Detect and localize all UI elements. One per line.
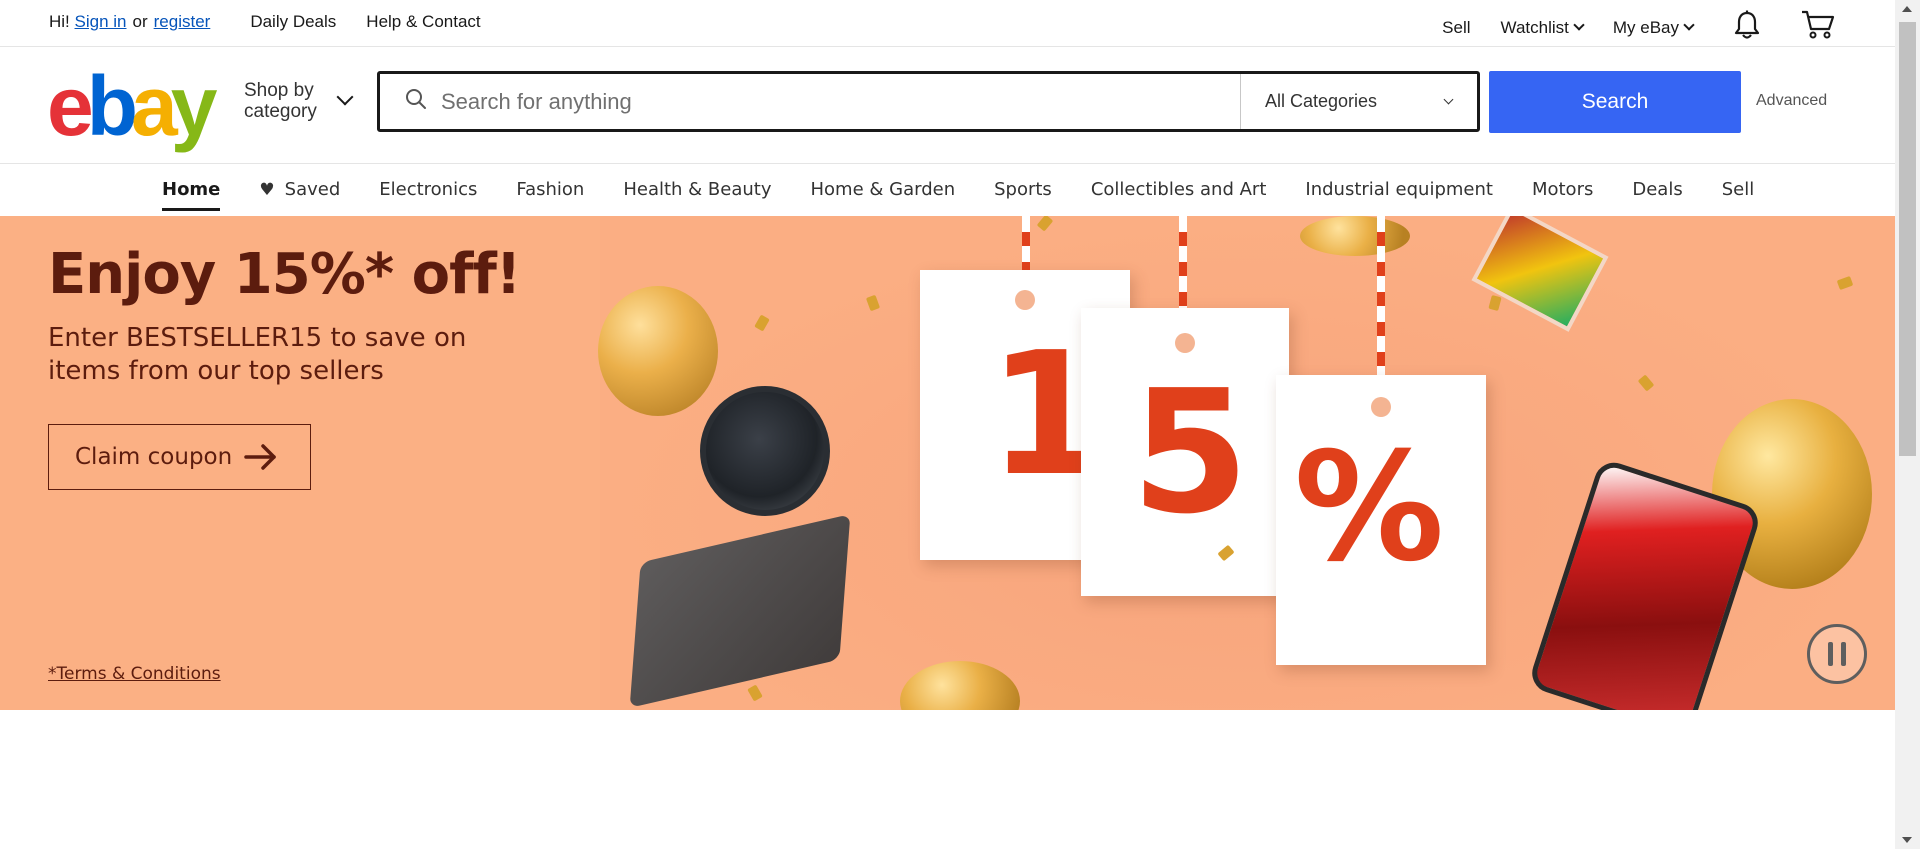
discount-tag-3: %: [1276, 375, 1486, 665]
chevron-down-icon: [1683, 19, 1695, 31]
nav-item-electronics[interactable]: Electronics: [379, 179, 477, 200]
chevron-down-icon: [1443, 94, 1454, 105]
watchlist-label: Watchlist: [1500, 17, 1569, 37]
nav-item-motors[interactable]: Motors: [1532, 179, 1593, 200]
nav-item-sell[interactable]: Sell: [1722, 179, 1755, 200]
promo-banner: 1 5 % Enjoy 15%* off! Enter BESTSELLER15…: [0, 216, 1895, 710]
scrollbar-thumb[interactable]: [1899, 22, 1916, 456]
category-select[interactable]: All Categories: [1240, 74, 1480, 129]
search-bar: All Categories: [377, 71, 1480, 132]
my-ebay-label: My eBay: [1612, 17, 1679, 37]
top-utility-bar: Hi! Sign in or register Daily Deals Help…: [0, 0, 1895, 47]
discount-tag-2: 5: [1081, 308, 1289, 596]
ebay-logo[interactable]: ebay: [47, 64, 217, 148]
tag-string: [1377, 216, 1385, 376]
sell-link[interactable]: Sell: [1442, 18, 1470, 38]
page-scrollbar[interactable]: [1895, 0, 1920, 849]
claim-coupon-label: Claim coupon: [75, 444, 233, 470]
smartwatch-graphic: [700, 386, 830, 516]
scroll-down-arrow-icon[interactable]: [1902, 837, 1912, 843]
help-contact-link[interactable]: Help & Contact: [366, 12, 480, 32]
sign-in-link[interactable]: Sign in: [75, 12, 127, 32]
chevron-down-icon: [336, 88, 354, 106]
nav-item-health-beauty[interactable]: Health & Beauty: [623, 179, 771, 200]
nav-item-fashion[interactable]: Fashion: [516, 179, 584, 200]
greeting-text: Hi!: [49, 12, 70, 31]
tag-glyph: 5: [1131, 354, 1250, 552]
my-ebay-dropdown[interactable]: My eBay: [1612, 17, 1695, 38]
category-select-value: All Categories: [1265, 91, 1378, 111]
nav-item-deals[interactable]: Deals: [1632, 179, 1682, 200]
category-nav: Home ♥ Saved Electronics Fashion Health &…: [0, 165, 1895, 215]
nav-item-home-garden[interactable]: Home & Garden: [811, 179, 956, 200]
scroll-up-arrow-icon[interactable]: [1902, 6, 1912, 12]
nav-item-industrial-equipment[interactable]: Industrial equipment: [1305, 179, 1493, 200]
account-links: Sell Watchlist My eBay: [1412, 10, 1835, 45]
banner-headline: Enjoy 15%* off!: [48, 242, 521, 307]
cart-icon[interactable]: [1801, 10, 1835, 45]
pause-button[interactable]: [1807, 624, 1867, 684]
main-header: ebay Shop by category All Categories Sea…: [0, 48, 1895, 164]
arrow-right-icon: [244, 444, 276, 470]
search-button[interactable]: Search: [1489, 71, 1741, 133]
banner-subtext: Enter BESTSELLER15 to save on items from…: [48, 323, 467, 386]
nav-item-saved[interactable]: ♥ Saved: [259, 179, 340, 200]
nav-item-collectibles-art[interactable]: Collectibles and Art: [1091, 179, 1267, 200]
shop-by-line2: category: [244, 101, 317, 122]
daily-deals-link[interactable]: Daily Deals: [250, 12, 336, 32]
gold-balloon-graphic: [598, 286, 718, 416]
pause-icon: [1828, 642, 1833, 666]
claim-coupon-button[interactable]: Claim coupon: [48, 424, 311, 490]
or-text: or: [132, 12, 148, 31]
nav-item-sports[interactable]: Sports: [994, 179, 1052, 200]
user-links: Hi! Sign in or register Daily Deals Help…: [49, 12, 481, 32]
bell-icon[interactable]: [1733, 10, 1761, 45]
nav-item-home[interactable]: Home: [162, 179, 221, 211]
watchlist-dropdown[interactable]: Watchlist: [1500, 17, 1585, 38]
shop-by-category-button[interactable]: Shop by category: [244, 80, 354, 122]
terms-conditions-link[interactable]: *Terms & Conditions: [48, 664, 221, 684]
heart-icon: ♥: [259, 179, 275, 200]
gold-balloon-graphic: [1300, 216, 1410, 256]
chevron-down-icon: [1573, 19, 1585, 31]
search-input[interactable]: [441, 88, 1231, 115]
advanced-search-link[interactable]: Advanced: [1756, 92, 1827, 110]
shop-by-line1: Shop by: [244, 80, 314, 101]
tag-glyph: %: [1294, 421, 1445, 595]
register-link[interactable]: register: [154, 12, 211, 32]
nav-item-saved-label: Saved: [284, 179, 341, 200]
search-icon: [405, 88, 427, 115]
